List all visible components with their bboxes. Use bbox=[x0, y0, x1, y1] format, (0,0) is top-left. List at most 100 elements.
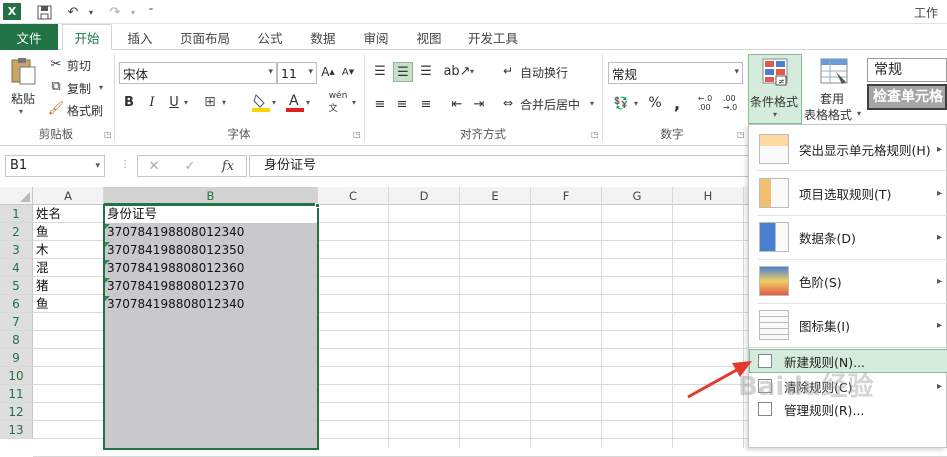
increase-indent-icon[interactable]: ⇥ bbox=[470, 95, 488, 113]
row-header[interactable]: 13 bbox=[0, 421, 33, 439]
orientation-icon[interactable]: ab↗ bbox=[443, 62, 470, 80]
row-header[interactable]: 7 bbox=[0, 313, 33, 331]
row-header[interactable]: 11 bbox=[0, 385, 33, 403]
underline-button[interactable]: U bbox=[166, 94, 182, 110]
font-color-icon[interactable]: A bbox=[286, 92, 304, 112]
cell-b6[interactable]: 370784198808012340 bbox=[107, 295, 315, 313]
clipboard-launcher-icon[interactable]: ◳ bbox=[104, 130, 112, 139]
row-header[interactable]: 3 bbox=[0, 241, 33, 259]
enter-icon[interactable]: ✓ bbox=[181, 157, 199, 175]
redo-dropdown-icon[interactable]: ▾ bbox=[126, 3, 140, 21]
underline-dropdown-icon[interactable]: ▾ bbox=[184, 98, 188, 107]
tab-home[interactable]: 开始 bbox=[62, 24, 112, 50]
row-header[interactable]: 1 bbox=[0, 205, 33, 223]
font-size-select[interactable]: 11 ▾ bbox=[277, 62, 317, 84]
style-check-cell[interactable]: 检查单元格 bbox=[867, 84, 947, 110]
cut-icon[interactable]: ✂ bbox=[48, 56, 64, 72]
percent-button[interactable]: % bbox=[646, 94, 664, 112]
column-header-g[interactable]: G bbox=[602, 187, 673, 205]
row-header[interactable]: 8 bbox=[0, 331, 33, 349]
fill-color-icon[interactable] bbox=[252, 92, 270, 112]
undo-dropdown-icon[interactable]: ▾ bbox=[84, 3, 98, 21]
format-as-table-button[interactable]: 套用 表格格式 ▾ bbox=[804, 56, 861, 126]
name-box[interactable]: B1 ▾ bbox=[5, 155, 105, 177]
cell-a4[interactable]: 混 bbox=[36, 259, 102, 277]
merge-center-icon[interactable]: ⇔ bbox=[500, 95, 516, 111]
align-left-icon[interactable]: ≡ bbox=[371, 95, 389, 113]
row-header[interactable]: 2 bbox=[0, 223, 33, 241]
align-right-icon[interactable]: ≡ bbox=[417, 95, 435, 113]
accounting-dropdown-icon[interactable]: ▾ bbox=[634, 99, 638, 108]
align-bottom-icon[interactable]: ☰ bbox=[417, 62, 435, 80]
menu-item-top-bottom-rules[interactable]: 项目选取规则(T) ▸ bbox=[749, 173, 947, 213]
style-normal[interactable]: 常规 bbox=[867, 58, 947, 82]
tab-review[interactable]: 审阅 bbox=[354, 24, 398, 50]
cell-b2[interactable]: 370784198808012340 bbox=[107, 223, 315, 241]
accounting-format-icon[interactable]: 💱 bbox=[610, 94, 632, 112]
row-header[interactable]: 12 bbox=[0, 403, 33, 421]
tab-view[interactable]: 视图 bbox=[407, 24, 451, 50]
menu-item-highlight-rules[interactable]: 突出显示单元格规则(H) ▸ bbox=[749, 129, 947, 169]
tab-developer[interactable]: 开发工具 bbox=[460, 24, 526, 50]
italic-button[interactable]: I bbox=[144, 94, 160, 110]
format-painter-button[interactable]: 格式刷 bbox=[67, 102, 103, 119]
wrap-text-icon[interactable]: ↵ bbox=[500, 63, 516, 79]
menu-item-icon-sets[interactable]: 图标集(I) ▸ bbox=[749, 305, 947, 345]
row-header[interactable]: 10 bbox=[0, 367, 33, 385]
paste-icon[interactable] bbox=[8, 56, 38, 86]
cell-a3[interactable]: 木 bbox=[36, 241, 102, 259]
cut-button[interactable]: 剪切 bbox=[67, 57, 91, 74]
tab-page-layout[interactable]: 页面布局 bbox=[172, 24, 238, 50]
fill-color-dropdown-icon[interactable]: ▾ bbox=[272, 98, 276, 107]
alignment-launcher-icon[interactable]: ◳ bbox=[591, 130, 599, 139]
phonetic-icon[interactable]: wén 文 bbox=[326, 91, 350, 114]
cell-a6[interactable]: 鱼 bbox=[36, 295, 102, 313]
cell-a2[interactable]: 鱼 bbox=[36, 223, 102, 241]
column-header-b[interactable]: B bbox=[104, 187, 318, 205]
align-top-icon[interactable]: ☰ bbox=[371, 62, 389, 80]
align-center-icon[interactable]: ≡ bbox=[393, 95, 411, 113]
wrap-text-button[interactable]: 自动换行 bbox=[520, 64, 568, 81]
number-launcher-icon[interactable]: ◳ bbox=[737, 130, 745, 139]
undo-icon[interactable]: ↶ bbox=[62, 3, 84, 21]
increase-decimal-icon[interactable]: ←.0.00 bbox=[695, 93, 715, 113]
row-header[interactable]: 5 bbox=[0, 277, 33, 295]
comma-button[interactable]: , bbox=[668, 94, 686, 113]
select-all-corner[interactable] bbox=[0, 187, 33, 205]
borders-dropdown-icon[interactable]: ▾ bbox=[222, 98, 226, 107]
cancel-icon[interactable]: ✕ bbox=[145, 157, 163, 175]
row-header[interactable]: 4 bbox=[0, 259, 33, 277]
save-icon[interactable] bbox=[33, 3, 55, 21]
phonetic-dropdown-icon[interactable]: ▾ bbox=[352, 98, 356, 107]
column-header-d[interactable]: D bbox=[389, 187, 460, 205]
row-header[interactable]: 9 bbox=[0, 349, 33, 367]
column-header-e[interactable]: E bbox=[460, 187, 531, 205]
format-painter-icon[interactable]: 🖌 bbox=[48, 100, 65, 116]
insert-function-button[interactable]: fx bbox=[217, 157, 239, 175]
number-format-select[interactable]: 常规 ▾ bbox=[608, 62, 743, 84]
fill-handle[interactable] bbox=[315, 203, 320, 208]
copy-button[interactable]: 复制 bbox=[67, 80, 91, 97]
decrease-decimal-icon[interactable]: .00 →.0 bbox=[720, 93, 740, 113]
column-header-c[interactable]: C bbox=[318, 187, 389, 205]
merge-dropdown-icon[interactable]: ▾ bbox=[590, 99, 594, 108]
customize-toolbar-icon[interactable]: ⁼ bbox=[144, 3, 158, 21]
menu-item-data-bars[interactable]: 数据条(D) ▸ bbox=[749, 217, 947, 257]
font-name-select[interactable]: 宋体 ▾ bbox=[119, 62, 277, 84]
align-middle-icon[interactable]: ☰ bbox=[393, 62, 413, 82]
increase-font-icon[interactable]: A ▲ bbox=[320, 64, 336, 80]
cell-a5[interactable]: 猪 bbox=[36, 277, 102, 295]
font-launcher-icon[interactable]: ◳ bbox=[353, 130, 361, 139]
paste-button[interactable]: 粘贴 bbox=[11, 90, 35, 107]
conditional-formatting-button[interactable]: ≠ 条件格式 ▾ bbox=[748, 54, 802, 124]
decrease-indent-icon[interactable]: ⇤ bbox=[448, 95, 466, 113]
paste-dropdown-icon[interactable]: ▾ bbox=[19, 107, 23, 116]
orientation-dropdown-icon[interactable]: ▾ bbox=[470, 67, 474, 76]
cell-b3[interactable]: 370784198808012350 bbox=[107, 241, 315, 259]
redo-icon[interactable]: ↷ bbox=[104, 3, 126, 21]
borders-icon[interactable]: ⊞ bbox=[200, 93, 220, 111]
column-header-f[interactable]: F bbox=[531, 187, 602, 205]
decrease-font-icon[interactable]: A ▼ bbox=[340, 64, 356, 80]
font-color-dropdown-icon[interactable]: ▾ bbox=[306, 98, 310, 107]
column-header-h[interactable]: H bbox=[673, 187, 744, 205]
